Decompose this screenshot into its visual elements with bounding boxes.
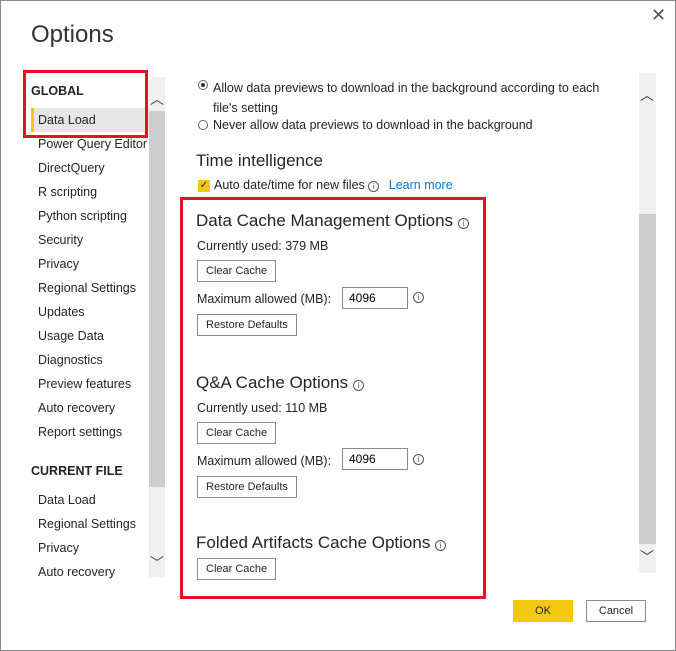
data-cache-max-label: Maximum allowed (MB): [197, 292, 332, 306]
data-cache-title: Data Cache Management Options i [196, 211, 469, 231]
folded-cache-title-text: Folded Artifacts Cache Options [196, 533, 431, 552]
dialog-title: Options [31, 21, 114, 48]
qa-cache-clear-button[interactable]: Clear Cache [197, 422, 277, 444]
sidebar-item-security[interactable]: Security [38, 233, 83, 247]
highlight-global [23, 70, 148, 138]
learn-more-link[interactable]: Learn more [389, 178, 453, 192]
main-scrollbar[interactable]: ︿ ﹀ [639, 73, 656, 573]
scroll-up-icon[interactable]: ︿ [639, 85, 655, 105]
qa-cache-title: Q&A Cache Options i [196, 373, 364, 393]
info-icon: i [413, 454, 424, 465]
folded-cache-clear-button[interactable]: Clear Cache [197, 558, 277, 580]
sidebar-item-python-scripting[interactable]: Python scripting [38, 209, 127, 223]
scroll-down-icon[interactable]: ﹀ [149, 553, 165, 573]
qa-cache-restore-button[interactable]: Restore Defaults [197, 476, 297, 498]
folded-cache-title: Folded Artifacts Cache Options i [196, 533, 447, 553]
info-icon: i [457, 218, 469, 229]
ok-button[interactable]: OK [513, 600, 573, 622]
sidebar-item-report-settings[interactable]: Report settings [38, 425, 122, 439]
radio-allow-line2: file's setting [213, 101, 278, 115]
info-icon: i [368, 181, 380, 192]
data-cache-clear-button[interactable]: Clear Cache [197, 260, 277, 282]
auto-datetime-checkbox[interactable]: ✓ [198, 180, 210, 192]
radio-allow[interactable] [198, 80, 208, 90]
sidebar-item-updates[interactable]: Updates [38, 305, 85, 319]
info-icon: i [435, 540, 447, 551]
sidebar-item-usage-data[interactable]: Usage Data [38, 329, 104, 343]
sidebar-scroll-thumb[interactable] [149, 111, 165, 487]
sidebar-item-auto-recovery[interactable]: Auto recovery [38, 565, 115, 579]
sidebar-item-data-load[interactable]: Data Load [38, 493, 96, 507]
info-icon: i [352, 380, 364, 391]
data-cache-restore-button[interactable]: Restore Defaults [197, 314, 297, 336]
sidebar-item-diagnostics[interactable]: Diagnostics [38, 353, 103, 367]
auto-datetime-text: Auto date/time for new files [214, 178, 365, 192]
sidebar-item-auto-recovery[interactable]: Auto recovery [38, 401, 115, 415]
auto-datetime-label: Auto date/time for new files i Learn mor… [214, 178, 453, 192]
sidebar-item-directquery[interactable]: DirectQuery [38, 161, 105, 175]
radio-never[interactable] [198, 120, 208, 130]
data-cache-used: Currently used: 379 MB [197, 239, 329, 253]
sidebar-item-power-query-editor[interactable]: Power Query Editor [38, 137, 147, 151]
sidebar-item-regional-settings[interactable]: Regional Settings [38, 281, 136, 295]
options-dialog: Options ✕ GLOBAL Data Load Power Query Ed… [0, 0, 676, 651]
radio-allow-label: Allow data previews to download in the b… [213, 78, 599, 118]
radio-allow-line1: Allow data previews to download in the b… [213, 81, 600, 95]
qa-cache-title-text: Q&A Cache Options [196, 373, 349, 392]
qa-cache-used: Currently used: 110 MB [197, 401, 328, 415]
main-scroll-thumb[interactable] [639, 214, 656, 544]
sidebar-item-regional-settings[interactable]: Regional Settings [38, 517, 136, 531]
scroll-down-icon[interactable]: ﹀ [639, 547, 655, 567]
sidebar-item-r-scripting[interactable]: R scripting [38, 185, 97, 199]
data-cache-max-input[interactable] [342, 287, 408, 309]
qa-cache-max-input[interactable] [342, 448, 408, 470]
radio-never-label: Never allow data previews to download in… [213, 118, 533, 132]
close-icon[interactable]: ✕ [651, 5, 666, 26]
qa-cache-max-label: Maximum allowed (MB): [197, 454, 332, 468]
sidebar-scrollbar[interactable]: ︿ ﹀ [149, 77, 165, 577]
sidebar-item-preview-features[interactable]: Preview features [38, 377, 131, 391]
time-intelligence-title: Time intelligence [196, 151, 323, 170]
sidebar-item-privacy[interactable]: Privacy [38, 541, 79, 555]
data-cache-title-text: Data Cache Management Options [196, 211, 454, 230]
scroll-up-icon[interactable]: ︿ [149, 89, 165, 109]
cancel-button[interactable]: Cancel [586, 600, 646, 622]
info-icon: i [413, 292, 424, 303]
sidebar-item-privacy[interactable]: Privacy [38, 257, 79, 271]
current-file-header: CURRENT FILE [31, 464, 123, 478]
